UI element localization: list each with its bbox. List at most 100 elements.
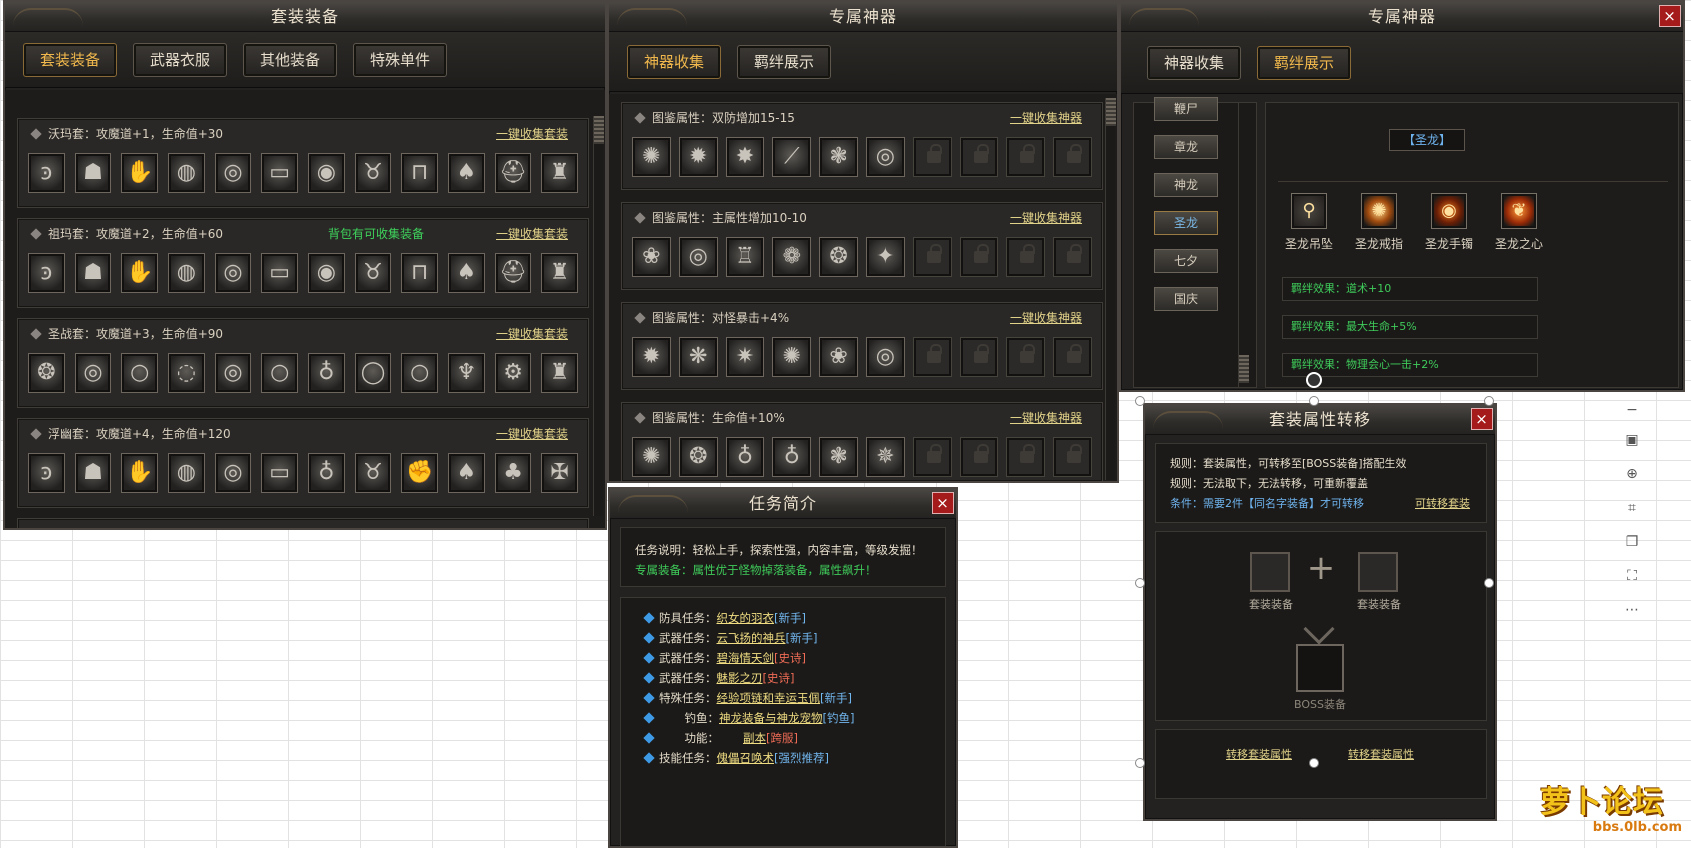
bond-name-item-selected[interactable]: 圣龙 (1154, 211, 1218, 235)
belt-icon[interactable]: ▭ (261, 153, 299, 193)
artifact-icon[interactable]: ❃ (819, 137, 858, 177)
tab-other-equipment[interactable]: 其他装备 (243, 42, 338, 77)
task-name-link[interactable]: 经验项链和幸运玉佩 (717, 691, 821, 705)
artifact-icon[interactable]: ❃ (819, 437, 858, 477)
helmet-icon[interactable]: ☗ (74, 453, 112, 493)
artifact-icon[interactable]: ❀ (819, 337, 858, 377)
necklace-icon[interactable]: ͽ (28, 253, 65, 293)
belt-icon[interactable]: ⊓ (401, 153, 439, 193)
zoom-in-icon[interactable]: ⊕ (1620, 462, 1644, 486)
bond-name-item[interactable]: 鞭尸 (1154, 97, 1218, 121)
helmet-icon[interactable]: ☗ (74, 253, 112, 293)
belt-icon[interactable]: ▭ (261, 453, 299, 493)
ring-icon[interactable]: ◎ (865, 137, 905, 177)
task-name-link[interactable]: 魅影之刃 (717, 671, 763, 685)
necklace-icon[interactable]: ○ (121, 353, 159, 393)
helmet-icon[interactable]: ☗ (74, 153, 112, 193)
bracelet-icon[interactable]: ✋ (121, 253, 159, 293)
task-name-link[interactable]: 副本 (719, 731, 766, 745)
necklace-icon[interactable]: ❂ (28, 353, 65, 393)
selection-handle[interactable] (1309, 758, 1319, 768)
helmet-icon[interactable]: ♜ (541, 353, 579, 393)
bond-name-item[interactable]: 七夕 (1154, 249, 1218, 273)
selection-handle[interactable] (1484, 396, 1494, 406)
selection-handle[interactable] (1309, 396, 1319, 406)
bond-item[interactable]: ❦ 圣龙之心 (1484, 193, 1554, 252)
artifact-icon[interactable]: ✦ (865, 237, 905, 277)
task-item[interactable]: 武器任务：云飞扬的神兵[新手] (643, 630, 817, 646)
ring-icon[interactable]: ◎ (865, 337, 905, 377)
helmet-icon[interactable]: ♜ (541, 253, 579, 293)
bracelet-icon[interactable]: ◍ (168, 153, 205, 193)
artifact-icon[interactable]: ✹ (678, 137, 718, 177)
armor-icon[interactable]: ♣ (494, 453, 532, 493)
tab-suit-equipment[interactable]: 套装装备 (23, 42, 118, 77)
artifact-icon[interactable]: ❀ (632, 237, 671, 277)
tab-artifact-collect[interactable]: 神器收集 (1147, 45, 1242, 80)
ring-icon[interactable]: ◎ (214, 353, 252, 393)
boots-icon[interactable]: ♉ (354, 153, 392, 193)
selection-handle[interactable] (1484, 578, 1494, 588)
bracelet-icon[interactable]: ✋ (121, 453, 159, 493)
selection-handle[interactable] (1135, 578, 1145, 588)
helmet-icon[interactable]: ♠ (448, 453, 485, 493)
copy-icon[interactable]: ❐ (1620, 530, 1644, 554)
text-recognize-icon[interactable]: ⛶ (1620, 564, 1644, 588)
artifact-icon[interactable]: ✺ (772, 337, 812, 377)
artifact-icon[interactable]: ❋ (678, 337, 718, 377)
helmet-icon[interactable]: ⛑ (494, 153, 532, 193)
bond-item[interactable]: ⚲ 圣龙吊坠 (1274, 193, 1344, 252)
belt-icon[interactable]: ⊓ (401, 253, 439, 293)
bracelet-icon[interactable]: ◍ (168, 453, 205, 493)
task-item[interactable]: 防具任务：织女的羽衣[新手] (643, 610, 806, 626)
sword-icon[interactable]: ⟋ (772, 137, 812, 177)
artifact-icon[interactable]: ❂ (678, 437, 718, 477)
task-item[interactable]: 武器任务：碧海情天剑[史诗] (643, 650, 806, 666)
tab-special-single[interactable]: 特殊单件 (353, 42, 448, 77)
ring-icon[interactable]: ◯ (354, 353, 392, 393)
close-button[interactable]: × (1659, 5, 1681, 27)
helmet-icon[interactable]: ⛑ (494, 253, 532, 293)
boots-icon[interactable]: ♉ (354, 453, 392, 493)
selection-handle[interactable] (1135, 396, 1145, 406)
ring-icon[interactable]: ◉ (308, 253, 345, 293)
bond-name-item[interactable]: 国庆 (1154, 287, 1218, 311)
collect-artifact-link[interactable]: 一键收集神器 (1010, 203, 1082, 233)
selection-handle[interactable] (1135, 758, 1145, 768)
necklace-icon[interactable]: ͽ (28, 453, 65, 493)
gem-icon[interactable]: ♠ (448, 153, 485, 193)
collect-suit-link[interactable]: 一键收集套装 (496, 419, 568, 449)
suit-scroll-thumb[interactable] (594, 116, 604, 144)
suit-slot-b[interactable] (1358, 552, 1398, 592)
artifact-icon[interactable]: ✷ (725, 337, 765, 377)
necklace-icon[interactable]: ♁ (308, 353, 345, 393)
suit-list-scrollbar[interactable] (593, 116, 604, 516)
artifact-icon[interactable]: ♖ (725, 237, 765, 277)
boots-icon[interactable]: ♉ (354, 253, 392, 293)
image-icon[interactable]: ▣ (1620, 428, 1644, 452)
task-name-link[interactable]: 碧海情天剑 (717, 651, 775, 665)
ring-icon[interactable]: ◎ (214, 453, 252, 493)
collect-artifact-link[interactable]: 一键收集神器 (1010, 303, 1082, 333)
artifact-icon[interactable]: ♁ (725, 437, 765, 477)
artifact-icon[interactable]: ✵ (865, 437, 905, 477)
task-item[interactable]: 钓鱼：神龙装备与神龙宠物[钓鱼] (643, 710, 854, 726)
task-item[interactable]: 功能： 副本[跨服] (643, 730, 798, 746)
artifact-icon[interactable]: ✹ (632, 337, 671, 377)
ring-icon[interactable]: ◎ (214, 153, 252, 193)
task-name-link[interactable]: 傀儡召唤术 (717, 751, 775, 765)
boss-equipment-slot[interactable] (1296, 644, 1344, 692)
artifact-icon[interactable]: ❁ (772, 237, 812, 277)
suit-slot-a[interactable] (1250, 552, 1290, 592)
tab-artifact-collect[interactable]: 神器收集 (627, 44, 722, 79)
tab-bond-display[interactable]: 羁绊展示 (737, 44, 832, 79)
necklace-icon[interactable]: ○ (401, 353, 439, 393)
close-button[interactable]: × (932, 492, 954, 514)
artifact-scroll-thumb[interactable] (1106, 98, 1116, 126)
artifact-icon[interactable]: ♁ (772, 437, 812, 477)
task-name-link[interactable]: 云飞扬的神兵 (717, 631, 786, 645)
task-item[interactable]: 技能任务：傀儡召唤术[强烈推荐] (643, 750, 829, 766)
close-button[interactable]: × (1471, 408, 1493, 430)
collect-suit-link[interactable]: 一键收集套装 (496, 219, 568, 249)
helmet-icon[interactable]: ♜ (541, 153, 579, 193)
